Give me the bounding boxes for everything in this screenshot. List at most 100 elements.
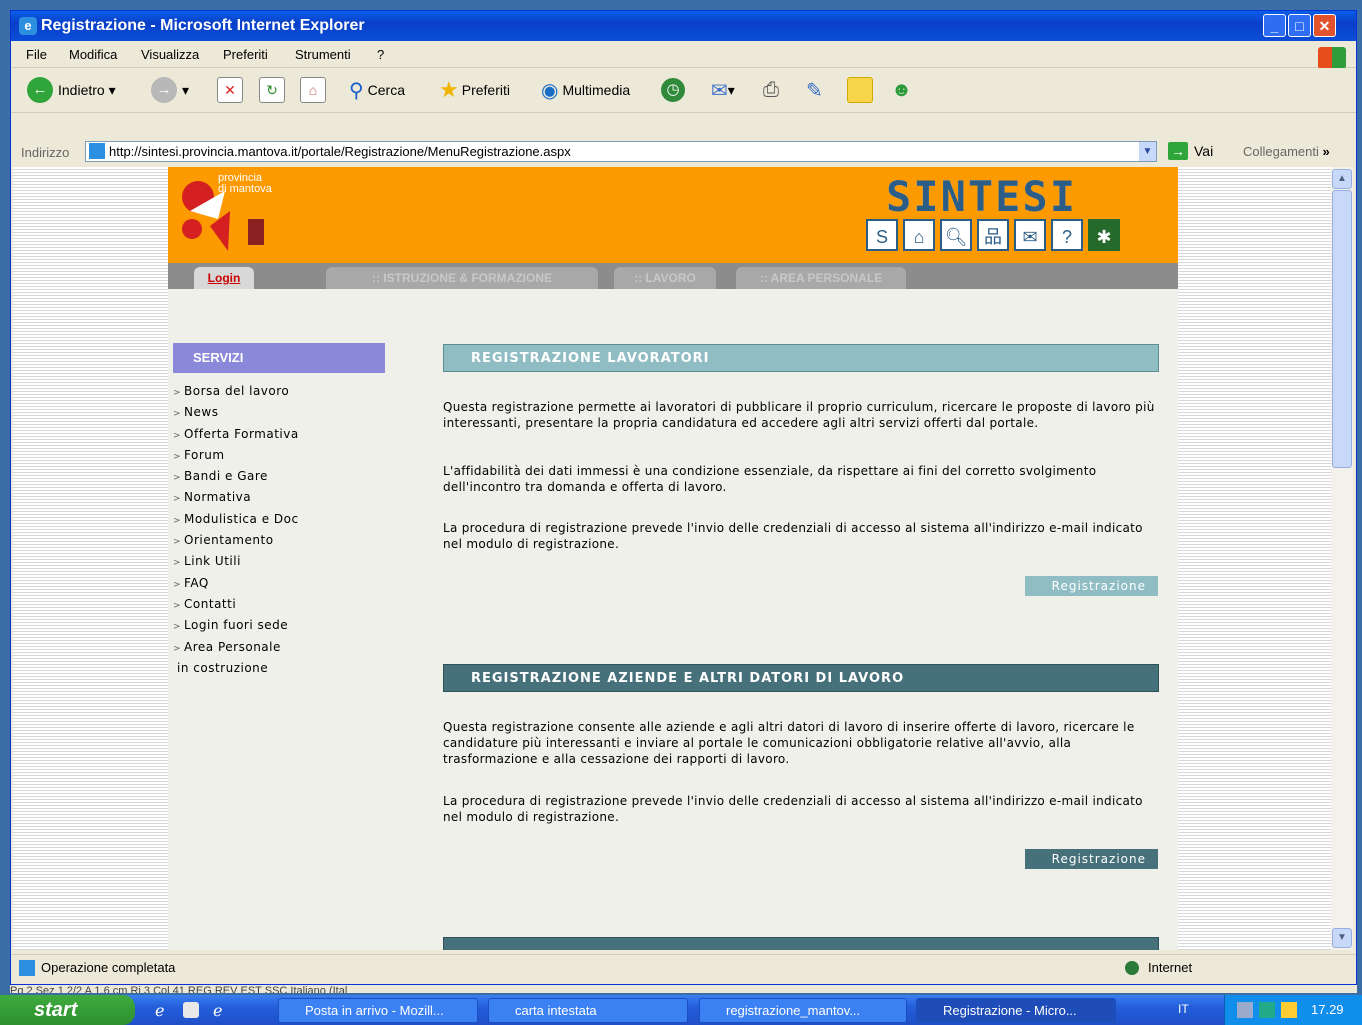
favorites-button[interactable]: ★ Preferiti (439, 77, 510, 103)
aziende-paragraph-2: La procedura di registrazione prevede l'… (443, 794, 1143, 824)
address-url: http://sintesi.provincia.mantova.it/port… (109, 144, 571, 159)
sidebar-item-bandi[interactable]: > Bandi e Gare (173, 466, 299, 487)
mail-icon: ✉ (711, 79, 728, 102)
go-arrow-icon: → (1168, 142, 1188, 160)
sidebar-item-label: FAQ (184, 575, 209, 590)
home-icon[interactable]: ⌂ (903, 219, 935, 251)
lavoratori-paragraph-2: L'affidabilità dei dati immessi è una co… (443, 464, 1097, 494)
section-title-lavoratori: REGISTRAZIONE LAVORATORI (443, 344, 1159, 372)
menu-file[interactable]: File (26, 47, 47, 62)
site-page: provincia di mantova SINTESI S ⌂ 🔍︎ 品 ✉ ?… (168, 167, 1178, 950)
go-button[interactable]: → Vai (1168, 142, 1213, 160)
menu-modifica[interactable]: Modifica (69, 47, 117, 62)
status-bar: Operazione completata Internet (11, 954, 1356, 981)
sidebar-item-label: Bandi e Gare (184, 469, 268, 484)
home-button[interactable]: ⌂ (300, 77, 326, 103)
scroll-up-icon[interactable]: ▲ (1332, 169, 1352, 189)
sidebar-item-area-personale[interactable]: > Area Personale (173, 637, 299, 658)
vertical-scrollbar[interactable]: ▲ ▼ (1331, 167, 1353, 950)
registrazione-lavoratori-button[interactable]: Registrazione (1025, 576, 1158, 596)
sidebar-item-normativa[interactable]: > Normativa (173, 487, 299, 508)
settings-icon[interactable]: ✱ (1088, 219, 1120, 251)
stop-button[interactable]: ✕ (217, 77, 243, 103)
sidebar-item-link-utili[interactable]: > Link Utili (173, 551, 299, 572)
sidebar-item-offerta[interactable]: > Offerta Formativa (173, 424, 299, 445)
sidebar-item-contatti[interactable]: > Contatti (173, 594, 299, 615)
media-button[interactable]: ◉ Multimedia (541, 77, 630, 103)
sidebar-item-label: News (184, 405, 219, 420)
task-registrazione[interactable]: Registrazione - Micro... (916, 998, 1116, 1023)
chevron-down-icon[interactable]: ▼ (1139, 142, 1156, 161)
scroll-down-icon[interactable]: ▼ (1332, 928, 1352, 948)
windows-logo-icon (1318, 47, 1346, 69)
task-posta[interactable]: Posta in arrivo - Mozill... (278, 998, 478, 1023)
search-button[interactable]: ⚲ Cerca (349, 77, 405, 103)
menu-visualizza[interactable]: Visualizza (141, 47, 199, 62)
links-button[interactable]: Collegamenti » (1243, 144, 1330, 159)
task-word[interactable]: registrazione_mantov... (699, 998, 907, 1023)
minimize-button[interactable]: _ (1263, 14, 1286, 37)
forward-button[interactable]: → ▾ (151, 77, 189, 103)
close-button[interactable]: ✕ (1313, 14, 1336, 37)
notes-icon (847, 77, 873, 103)
sidebar-item-faq[interactable]: > FAQ (173, 573, 299, 594)
edit-button[interactable]: ✎ (806, 77, 823, 103)
language-indicator[interactable]: IT (1178, 1002, 1189, 1016)
mail-button[interactable]: ✉ ▾ (711, 77, 735, 103)
site-nav: Login :: ISTRUZIONE & FORMAZIONE :: LAVO… (168, 263, 1178, 289)
sidebar-item-orientamento[interactable]: > Orientamento (173, 530, 299, 551)
task-carta-intestata[interactable]: carta intestata (488, 998, 688, 1023)
back-button[interactable]: ← Indietro ▾ (27, 77, 116, 103)
sidebar-item-label: Link Utili (184, 554, 241, 569)
sidebar-item-modulistica[interactable]: > Modulistica e Doc (173, 509, 299, 530)
back-label: Indietro (58, 82, 105, 98)
sidebar-item-login-fuori-sede[interactable]: > Login fuori sede (173, 615, 299, 636)
address-input[interactable]: http://sintesi.provincia.mantova.it/port… (85, 141, 1157, 162)
tray-app-icon[interactable] (1259, 1002, 1275, 1018)
refresh-icon: ↻ (259, 77, 285, 103)
menu-bar: File Modifica Visualizza Preferiti Strum… (11, 42, 1356, 69)
sidebar-item-news[interactable]: > News (173, 402, 299, 423)
discuss-button[interactable] (847, 77, 873, 103)
start-label: start (34, 999, 78, 1021)
mail-icon[interactable]: ✉ (1014, 219, 1046, 251)
word-status-bar: Pg 2 Sez 1 2/2 A 1,6 cm Ri 3 Col 41 REG … (10, 985, 1357, 993)
search-label: Cerca (367, 82, 406, 98)
nav-istruzione[interactable]: :: ISTRUZIONE & FORMAZIONE (326, 267, 598, 289)
tray-antivirus-icon[interactable] (1281, 1002, 1297, 1018)
document-search-icon[interactable]: 🔍︎ (940, 219, 972, 251)
page-icon (89, 143, 105, 159)
quicklaunch-browser-icon[interactable]: ℯ (213, 1001, 222, 1021)
scroll-thumb[interactable] (1332, 190, 1352, 468)
nav-area-personale[interactable]: :: AREA PERSONALE (736, 267, 906, 289)
sidebar-title: SERVIZI (173, 343, 385, 373)
nav-lavoro[interactable]: :: LAVORO (614, 267, 716, 289)
nav-login[interactable]: Login (194, 267, 254, 289)
sidebar-item-forum[interactable]: > Forum (173, 445, 299, 466)
page-done-icon (19, 960, 35, 976)
menu-strumenti[interactable]: Strumenti (295, 47, 351, 62)
print-button[interactable]: ⎙ (763, 77, 779, 103)
system-tray: 17.29 (1224, 995, 1362, 1025)
task-label: carta intestata (515, 1003, 597, 1018)
help-icon[interactable]: ? (1051, 219, 1083, 251)
sidebar-item-borsa[interactable]: > Borsa del lavoro (173, 381, 299, 402)
network-icon[interactable] (1237, 1002, 1253, 1018)
section-title-next (443, 937, 1159, 950)
start-button[interactable]: start (0, 995, 135, 1025)
menu-help[interactable]: ? (377, 47, 384, 62)
sitemap-icon[interactable]: 品 (977, 219, 1009, 251)
ie-icon: e (19, 17, 37, 35)
messenger-button[interactable]: ☻ (891, 77, 912, 103)
sintesi-brand: SINTESI (886, 172, 1078, 221)
maximize-button[interactable]: □ (1288, 14, 1311, 37)
quicklaunch-ie-icon[interactable]: ℯ (155, 1001, 164, 1021)
links-label: Collegamenti (1243, 144, 1319, 159)
quicklaunch-desktop-icon[interactable] (183, 1002, 199, 1018)
sintesi-s-icon[interactable]: S (866, 219, 898, 251)
refresh-button[interactable]: ↻ (259, 77, 285, 103)
title-bar: e Registrazione - Microsoft Internet Exp… (11, 11, 1356, 41)
registrazione-aziende-button[interactable]: Registrazione (1025, 849, 1158, 869)
history-button[interactable]: ◷ (661, 77, 690, 103)
menu-preferiti[interactable]: Preferiti (223, 47, 268, 62)
